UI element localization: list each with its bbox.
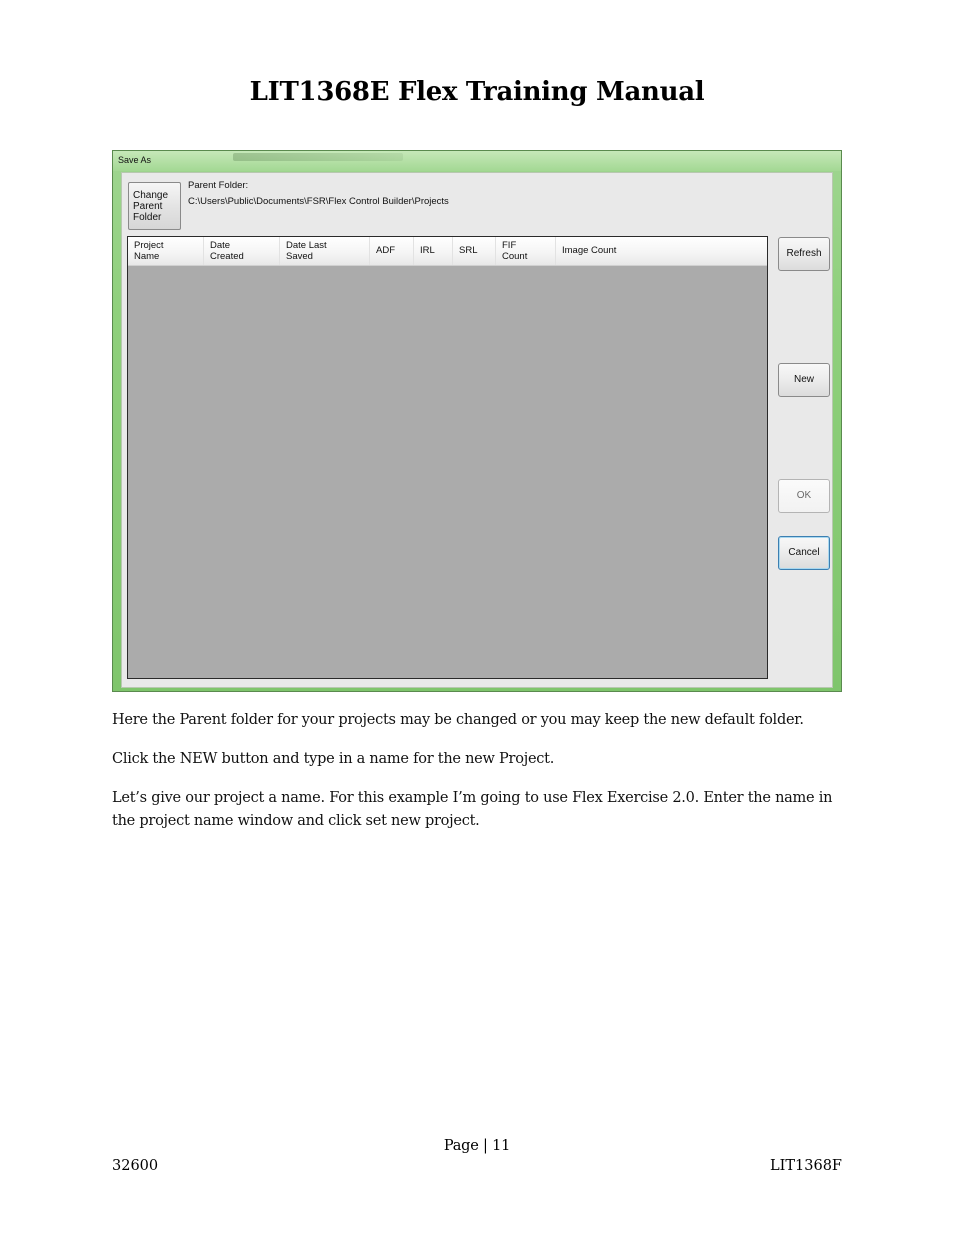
ok-button[interactable]: OK <box>778 479 830 513</box>
column-header-project-name[interactable]: Project Name <box>128 237 204 265</box>
parent-folder-path: C:\Users\Public\Documents\FSR\Flex Contr… <box>188 196 449 207</box>
paragraph-parent-folder: Here the Parent folder for your projects… <box>112 712 804 728</box>
titlebar-background-text <box>233 153 403 161</box>
footer-right-code: LIT1368F <box>770 1158 842 1174</box>
paragraph-project-name: Let’s give our project a name. For this … <box>112 790 833 829</box>
column-header-fif-count[interactable]: FIF Count <box>496 237 556 265</box>
dialog-title: Save As <box>118 155 152 165</box>
refresh-button[interactable]: Refresh <box>778 237 830 271</box>
paragraph-new-button: Click the NEW button and type in a name … <box>112 751 555 767</box>
new-button[interactable]: New <box>778 363 830 397</box>
dialog-titlebar[interactable]: Save As <box>113 151 841 171</box>
dialog-client-area: Change Parent Folder Parent Folder: C:\U… <box>121 172 833 688</box>
column-header-date-last-saved[interactable]: Date Last Saved <box>280 237 370 265</box>
project-list[interactable]: Project Name Date Created Date Last Save… <box>127 236 768 679</box>
cancel-button[interactable]: Cancel <box>778 536 830 570</box>
save-as-dialog: Save As Change Parent Folder Parent Fold… <box>112 150 842 692</box>
footer-left-code: 32600 <box>112 1158 159 1174</box>
column-header-date-created[interactable]: Date Created <box>204 237 280 265</box>
column-header-image-count[interactable]: Image Count <box>556 237 767 265</box>
column-header-adf[interactable]: ADF <box>370 237 414 265</box>
footer-page-number: Page | 11 <box>443 1138 511 1154</box>
parent-folder-label: Parent Folder: <box>188 180 249 191</box>
column-header-srl[interactable]: SRL <box>453 237 496 265</box>
column-header-irl[interactable]: IRL <box>414 237 453 265</box>
change-parent-folder-button[interactable]: Change Parent Folder <box>128 182 181 230</box>
project-list-header: Project Name Date Created Date Last Save… <box>128 237 767 266</box>
document-title: LIT1368E Flex Training Manual <box>249 77 705 107</box>
